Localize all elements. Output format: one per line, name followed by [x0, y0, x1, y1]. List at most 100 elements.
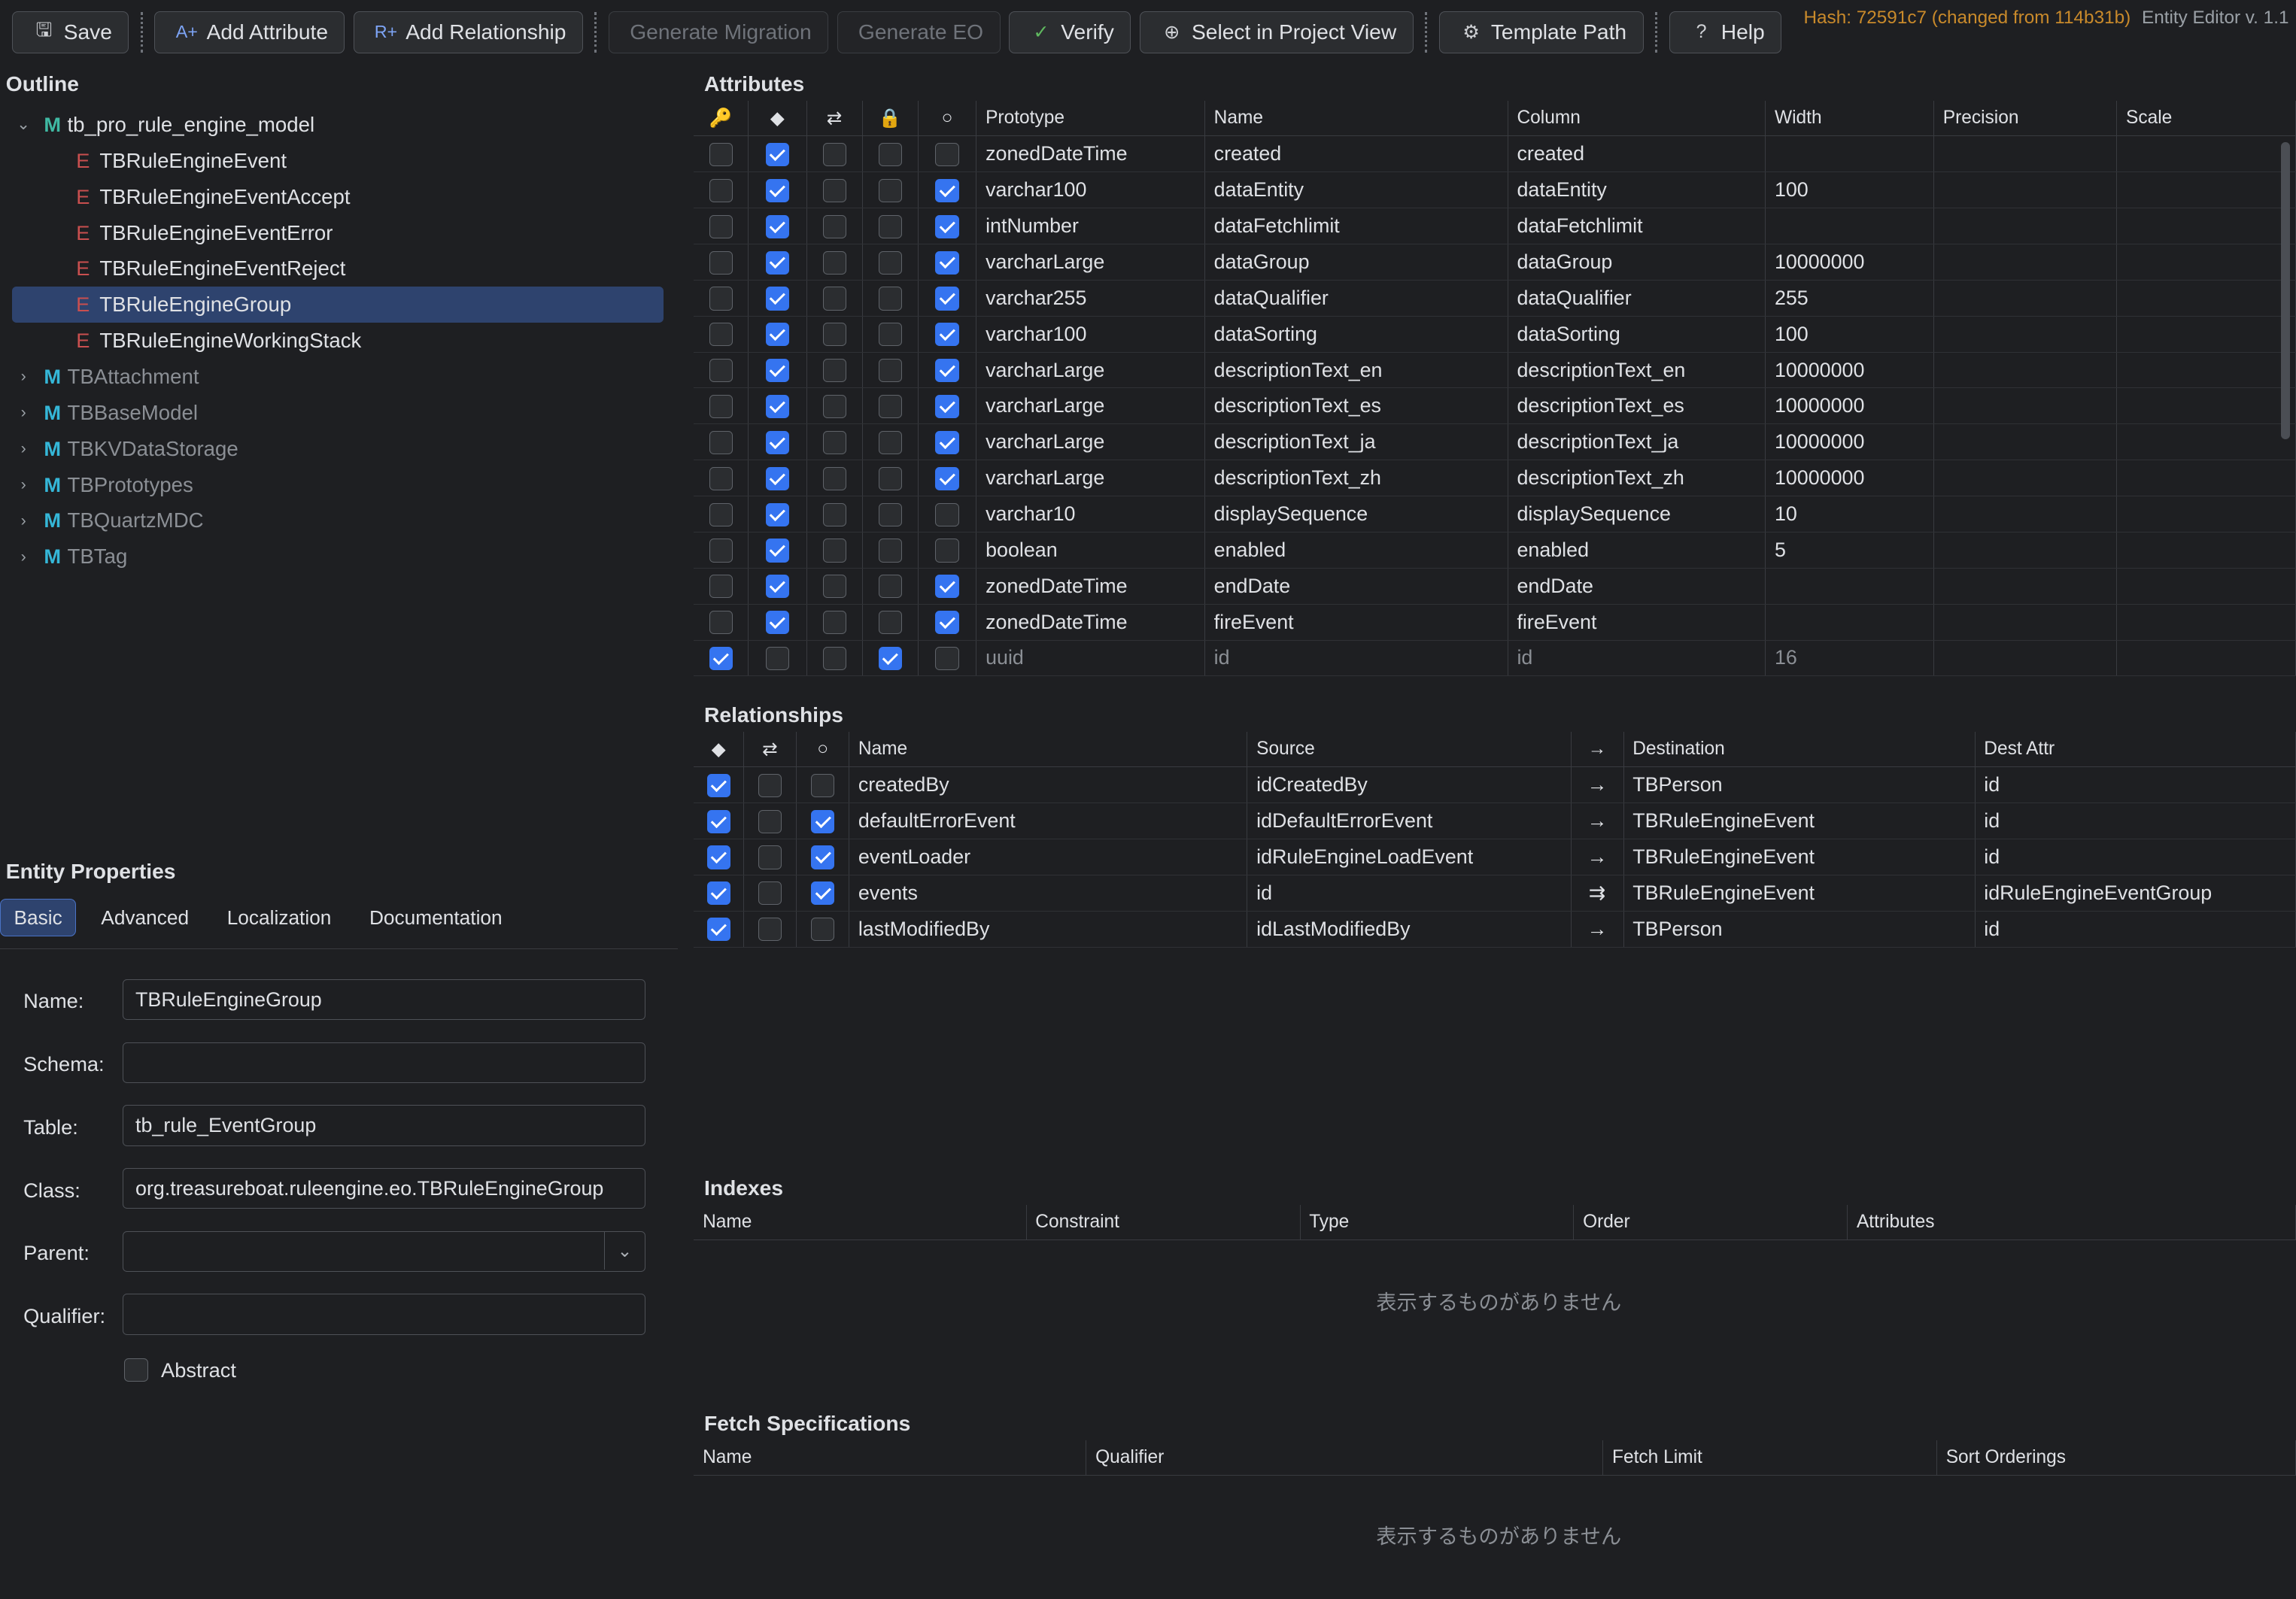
locking-checkbox[interactable] [878, 575, 902, 599]
chevron-right-icon[interactable]: › [14, 439, 32, 458]
precision-cell[interactable] [1933, 135, 2118, 173]
mandatory-checkbox[interactable] [706, 809, 730, 833]
mandatory-checkbox[interactable] [706, 918, 730, 942]
prototype-cell[interactable]: intNumber [976, 208, 1205, 245]
class-property-checkbox[interactable] [822, 214, 846, 238]
locking-checkbox[interactable] [878, 359, 902, 383]
column-cell[interactable]: dataEntity [1508, 171, 1766, 209]
precision-cell[interactable] [1933, 604, 2118, 641]
attribute-row[interactable]: varchar10 displaySequence displaySequence 1… [694, 496, 2296, 532]
prototype-cell[interactable]: zonedDateTime [976, 568, 1205, 605]
optional-checkbox[interactable] [935, 143, 959, 167]
direction-column-header[interactable]: → [1571, 732, 1624, 768]
primary-key-checkbox[interactable] [709, 430, 733, 454]
locking-checkbox[interactable] [878, 430, 902, 454]
scale-cell[interactable] [2116, 352, 2296, 389]
type-column-header[interactable]: Type [1300, 1204, 1575, 1240]
column-cell[interactable]: id [1508, 640, 1766, 677]
scale-cell[interactable] [2116, 171, 2296, 209]
attribute-used-checkbox[interactable] [765, 287, 789, 311]
width-cell[interactable]: 255 [1765, 280, 1935, 317]
primary-key-checkbox[interactable] [709, 611, 733, 635]
prototype-cell[interactable]: zonedDateTime [976, 135, 1205, 173]
optional-checkbox[interactable] [811, 918, 835, 942]
add-relationship-button[interactable]: R+ Add Relationship [354, 11, 583, 54]
optional-checkbox[interactable] [935, 611, 959, 635]
name-cell[interactable]: descriptionText_es [1204, 387, 1508, 425]
dest-attr-cell[interactable]: id [1975, 803, 2296, 839]
locking-column-header[interactable]: 🔒 [862, 101, 919, 137]
chevron-down-icon[interactable]: ⌄ [603, 1231, 645, 1270]
optional-checkbox[interactable] [935, 575, 959, 599]
name-column-header[interactable]: Name [849, 732, 1248, 768]
width-cell[interactable]: 10 [1765, 496, 1935, 532]
name-column-header[interactable]: Name [1204, 101, 1508, 137]
prototype-cell[interactable]: varcharLarge [976, 352, 1205, 389]
prototype-cell[interactable]: zonedDateTime [976, 604, 1205, 641]
attribute-row[interactable]: intNumber dataFetchlimit dataFetchlimit [694, 208, 2296, 245]
class-property-checkbox[interactable] [822, 466, 846, 490]
relationship-row[interactable]: lastModifiedBy idLastModifiedBy → TBPerson i… [694, 911, 2296, 948]
width-cell[interactable] [1765, 568, 1935, 605]
primary-key-checkbox[interactable] [709, 575, 733, 599]
add-attribute-button[interactable]: A+ Add Attribute [154, 11, 345, 54]
attribute-row[interactable]: varcharLarge descriptionText_zh descriptio… [694, 460, 2296, 497]
scale-cell[interactable] [2116, 496, 2296, 532]
optional-checkbox[interactable] [935, 539, 959, 563]
prototype-cell[interactable]: varcharLarge [976, 460, 1205, 497]
attribute-used-checkbox[interactable] [765, 502, 789, 526]
name-cell[interactable]: dataGroup [1204, 244, 1508, 281]
precision-cell[interactable] [1933, 568, 2118, 605]
column-cell[interactable]: displaySequence [1508, 496, 1766, 532]
primary-key-checkbox[interactable] [709, 647, 733, 671]
scale-cell[interactable] [2116, 316, 2296, 353]
dest-attr-cell[interactable]: idRuleEngineEventGroup [1975, 875, 2296, 912]
class-property-checkbox[interactable] [822, 178, 846, 202]
tree-item-entity[interactable]: E TBRuleEngineWorkingStack [0, 323, 676, 359]
locking-checkbox[interactable] [878, 395, 902, 419]
mandatory-checkbox[interactable] [706, 881, 730, 906]
optional-checkbox[interactable] [935, 395, 959, 419]
tree-item-entity-selected[interactable]: E TBRuleEngineGroup [11, 287, 664, 323]
attribute-row[interactable]: zonedDateTime created created [694, 135, 2296, 173]
precision-cell[interactable] [1933, 640, 2118, 677]
primary-key-checkbox[interactable] [709, 539, 733, 563]
class-property-checkbox[interactable] [822, 430, 846, 454]
name-cell[interactable]: descriptionText_ja [1204, 423, 1508, 461]
name-cell[interactable]: id [1204, 640, 1508, 677]
column-cell[interactable]: created [1508, 135, 1766, 173]
attribute-used-checkbox[interactable] [765, 214, 789, 238]
source-cell[interactable]: idRuleEngineLoadEvent [1247, 839, 1572, 875]
prototype-cell[interactable]: varcharLarge [976, 423, 1205, 461]
attribute-used-checkbox[interactable] [765, 395, 789, 419]
table-field[interactable]: tb_rule_EventGroup [123, 1105, 646, 1146]
locking-checkbox[interactable] [878, 502, 902, 526]
name-cell[interactable]: endDate [1204, 568, 1508, 605]
prototype-cell[interactable]: boolean [976, 532, 1205, 569]
locking-checkbox[interactable] [878, 143, 902, 167]
column-cell[interactable]: enabled [1508, 532, 1766, 569]
optional-checkbox[interactable] [935, 647, 959, 671]
tree-item-root-model[interactable]: ⌄ M tb_pro_rule_engine_model [0, 107, 676, 143]
name-field[interactable]: TBRuleEngineGroup [123, 979, 646, 1021]
parent-select[interactable]: ⌄ [123, 1230, 646, 1273]
precision-cell[interactable] [1933, 460, 2118, 497]
destination-cell[interactable]: TBPerson [1623, 911, 1976, 948]
attribute-used-checkbox[interactable] [765, 647, 789, 671]
attribute-used-checkbox[interactable] [765, 250, 789, 275]
primary-key-checkbox[interactable] [709, 502, 733, 526]
fetch-limit-column-header[interactable]: Fetch Limit [1602, 1440, 1938, 1476]
scale-cell[interactable] [2116, 532, 2296, 569]
name-column-header[interactable]: Name [694, 1440, 1087, 1476]
precision-column-header[interactable]: Precision [1933, 101, 2118, 137]
width-cell[interactable]: 5 [1765, 532, 1935, 569]
precision-cell[interactable] [1933, 316, 2118, 353]
name-cell[interactable]: enabled [1204, 532, 1508, 569]
source-column-header[interactable]: Source [1247, 732, 1572, 768]
attribute-row[interactable]: varcharLarge descriptionText_es descriptio… [694, 387, 2296, 425]
class-field[interactable]: org.treasureboat.ruleengine.eo.TBRuleEng… [123, 1167, 646, 1209]
class-property-column-header[interactable]: ⇄ [743, 732, 797, 768]
class-property-checkbox[interactable] [822, 323, 846, 347]
attribute-used-checkbox[interactable] [765, 466, 789, 490]
precision-cell[interactable] [1933, 280, 2118, 317]
